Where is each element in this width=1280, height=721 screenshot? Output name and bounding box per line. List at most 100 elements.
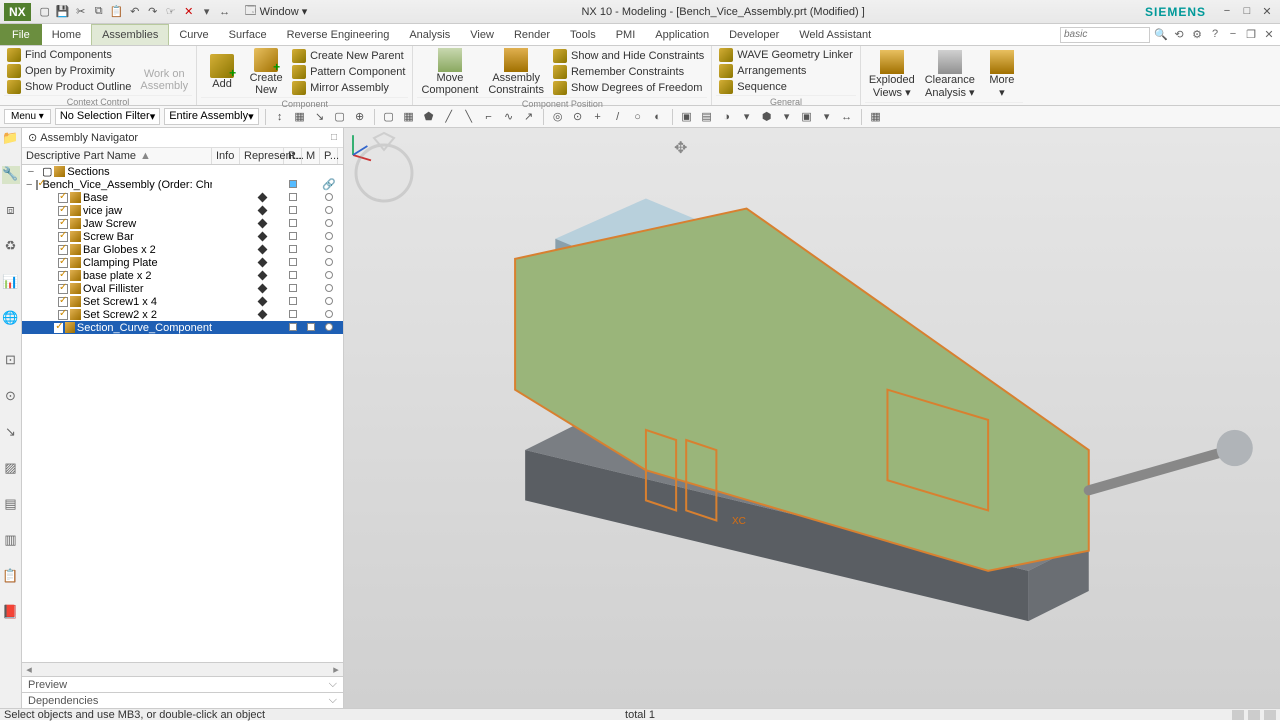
col-m-header[interactable]: M [302,148,320,164]
mirror-assembly-button[interactable]: Mirror Assembly [289,80,408,96]
res-history-icon[interactable]: 📊 [2,274,20,292]
tree-sections[interactable]: −▢Sections [22,165,343,178]
tab-home[interactable]: Home [42,24,91,45]
doc-restore-button[interactable]: ❐ [1244,28,1258,42]
dependencies-section[interactable]: Dependencies⌵ [22,692,343,708]
res-material-icon[interactable]: ↘ [2,424,20,442]
tb-icon-13[interactable]: ↗ [521,109,537,125]
create-new-button[interactable]: Create New [245,47,287,97]
tb-icon-26[interactable]: ▣ [799,109,815,125]
res-notes-icon[interactable]: 📋 [2,568,20,586]
tb-icon-18[interactable]: ○ [630,109,646,125]
tree-row[interactable]: Clamping Plate [22,256,343,269]
undo-icon[interactable]: ↶ [127,4,143,20]
tb-icon-1[interactable]: ↕ [272,109,288,125]
maximize-button[interactable]: □ [1238,5,1256,18]
paste-icon[interactable]: 📋 [109,4,125,20]
tb-icon-5[interactable]: ⊕ [352,109,368,125]
tab-weld-assistant[interactable]: Weld Assistant [789,24,881,45]
clearance-analysis-button[interactable]: Clearance Analysis ▾ [921,49,979,100]
status-icon-2[interactable] [1248,710,1260,720]
tb-icon-2[interactable]: ▦ [292,109,308,125]
tab-analysis[interactable]: Analysis [399,24,460,45]
res-constraint-icon[interactable]: ⧈ [2,202,20,220]
touch-icon[interactable]: ☞ [163,4,179,20]
show-product-outline-button[interactable]: Show Product Outline [4,79,134,95]
tab-application[interactable]: Application [645,24,719,45]
reset-icon[interactable]: ⟲ [1172,28,1186,42]
tree-row[interactable]: Bar Globes x 2 [22,243,343,256]
tb-icon-16[interactable]: + [590,109,606,125]
graphics-viewport[interactable]: ✥ XC [344,128,1280,708]
new-icon[interactable]: ▢ [37,4,53,20]
tb-icon-29[interactable]: ▦ [868,109,884,125]
tree-row[interactable]: base plate x 2 [22,269,343,282]
tb-icon-23[interactable]: ▾ [739,109,755,125]
col-info-header[interactable]: Info [212,148,240,164]
file-menu[interactable]: File [0,24,42,45]
sequence-button[interactable]: Sequence [716,79,856,95]
col-represent-header[interactable]: Represent... [240,148,284,164]
open-by-proximity-button[interactable]: Open by Proximity [4,63,134,79]
doc-minimize-button[interactable]: − [1226,28,1240,42]
tb-icon-8[interactable]: ⬟ [421,109,437,125]
tb-icon-9[interactable]: ╱ [441,109,457,125]
find-components-button[interactable]: Find Components [4,47,134,63]
create-new-parent-button[interactable]: Create New Parent [289,48,408,64]
tab-pmi[interactable]: PMI [606,24,646,45]
status-icon-3[interactable] [1264,710,1276,720]
exploded-views-button[interactable]: Exploded Views ▾ [865,49,919,100]
tb-icon-12[interactable]: ∿ [501,109,517,125]
selection-filter-dropdown[interactable]: No Selection Filter▾ [55,108,160,125]
tree-row[interactable]: Set Screw2 x 2 [22,308,343,321]
tb-icon-6[interactable]: ▢ [381,109,397,125]
options-icon[interactable]: ⚙ [1190,28,1204,42]
selection-scope-dropdown[interactable]: Entire Assembly▾ [164,108,258,125]
minimize-button[interactable]: − [1218,5,1236,18]
arrangements-button[interactable]: Arrangements [716,63,856,79]
col-r-header[interactable]: R.. [284,148,302,164]
tb-icon-15[interactable]: ⊙ [570,109,586,125]
tb-icon-24[interactable]: ⬢ [759,109,775,125]
pattern-component-button[interactable]: Pattern Component [289,64,408,80]
res-web-icon[interactable]: 🌐 [2,310,20,328]
tb-icon-11[interactable]: ⌐ [481,109,497,125]
remember-constraints-button[interactable]: Remember Constraints [550,64,707,80]
res-assembly-navigator-icon[interactable]: 🔧 [2,166,20,184]
tb-icon-21[interactable]: ▤ [699,109,715,125]
more-icon[interactable]: ↔ [217,4,233,20]
tb-icon-4[interactable]: ▢ [332,109,348,125]
tab-tools[interactable]: Tools [560,24,606,45]
command-finder-input[interactable] [1060,27,1150,43]
navigator-hscroll[interactable]: ◂▸ [22,662,343,676]
tab-render[interactable]: Render [504,24,560,45]
tb-icon-27[interactable]: ▾ [819,109,835,125]
col-p-header[interactable]: P... [320,148,338,164]
move-component-button[interactable]: Move Component [417,47,482,97]
menu-dropdown[interactable]: Menu ▾ [4,109,51,124]
res-book-icon[interactable]: 📕 [2,604,20,622]
tab-view[interactable]: View [460,24,504,45]
col-name-header[interactable]: Descriptive Part Name ▲ [22,148,212,164]
tree-row[interactable]: vice jaw [22,204,343,217]
tree-root[interactable]: −Bench_Vice_Assembly (Order: Chronolo...… [22,178,343,191]
tree-row[interactable]: Set Screw1 x 4 [22,295,343,308]
copy-icon[interactable]: ⧉ [91,4,107,20]
tb-icon-28[interactable]: ↔ [839,109,855,125]
tab-surface[interactable]: Surface [219,24,277,45]
tab-assemblies[interactable]: Assemblies [91,24,169,45]
tree-selected-row[interactable]: Section_Curve_Component [22,321,343,334]
tree-row[interactable]: Screw Bar [22,230,343,243]
help-icon[interactable]: ? [1208,28,1222,42]
add-component-button[interactable]: Add [201,53,243,91]
tb-icon-22[interactable]: ◑ [719,109,735,125]
tab-developer[interactable]: Developer [719,24,789,45]
save-icon[interactable]: 💾 [55,4,71,20]
res-reuse-icon[interactable]: ♻ [2,238,20,256]
show-degrees-freedom-button[interactable]: Show Degrees of Freedom [550,80,707,96]
tb-icon-3[interactable]: ↘ [312,109,328,125]
res-roles-icon[interactable]: ⊙ [2,388,20,406]
preview-section[interactable]: Preview⌵ [22,676,343,692]
res-system-icon[interactable]: ⊡ [2,352,20,370]
tb-icon-25[interactable]: ▾ [779,109,795,125]
